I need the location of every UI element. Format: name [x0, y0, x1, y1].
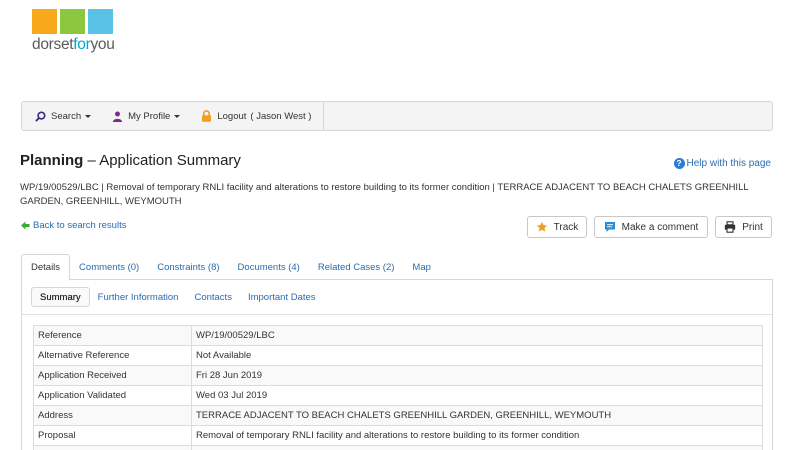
main-navbar: Search My Profile Logout ( Jason West ): [21, 101, 773, 131]
row-key: Proposal: [33, 425, 192, 446]
chevron-down-icon: [85, 115, 92, 118]
row-key: [33, 445, 192, 450]
table-row: Reference WP/19/00529/LBC: [33, 325, 763, 346]
application-summary-line: WP/19/00529/LBC | Removal of temporary R…: [20, 182, 749, 207]
logo-square-orange: [32, 9, 57, 34]
row-value: Removal of temporary RNLI facility and a…: [191, 425, 763, 446]
row-value: Fri 28 Jun 2019: [191, 365, 763, 386]
chevron-down-icon: [174, 115, 181, 118]
application-tabs: Details Comments (0) Constraints (8) Doc…: [21, 254, 773, 281]
nav-search-dropdown[interactable]: Search: [22, 102, 101, 130]
row-value: Wed 03 Jul 2019: [191, 385, 763, 406]
subtab-contacts[interactable]: Contacts: [186, 287, 240, 307]
nav-logout-user: ( Jason West ): [250, 110, 312, 122]
help-link[interactable]: ? Help with this page: [673, 158, 772, 169]
tab-constraints[interactable]: Constraints (8): [148, 254, 228, 280]
comment-icon: [604, 221, 616, 233]
user-icon: [111, 110, 123, 122]
make-comment-button[interactable]: Make a comment: [594, 216, 708, 238]
logo-squares: [32, 9, 122, 34]
row-value: Not Available: [191, 345, 763, 366]
subtab-further-information[interactable]: Further Information: [90, 287, 187, 307]
table-row: [33, 445, 763, 450]
panel-divider: [22, 314, 772, 315]
details-subtabs: Summary Further Information Contacts Imp…: [31, 287, 324, 307]
arrow-left-icon: [21, 221, 30, 230]
help-link-label: Help with this page: [686, 158, 772, 169]
star-icon: [536, 221, 548, 233]
track-button-label: Track: [553, 221, 579, 233]
logo-text-part-c: you: [90, 36, 115, 53]
tab-details[interactable]: Details: [21, 254, 71, 281]
nav-logout[interactable]: Logout ( Jason West ): [190, 102, 325, 130]
print-button-label: Print: [742, 221, 763, 233]
tab-related-cases[interactable]: Related Cases (2): [309, 254, 404, 280]
row-key: Alternative Reference: [33, 345, 192, 366]
nav-profile-label: My Profile: [128, 110, 171, 122]
print-button[interactable]: Print: [715, 216, 772, 238]
row-value: TERRACE ADJACENT TO BEACH CHALETS GREENH…: [191, 405, 763, 426]
dorsetforyou-logo[interactable]: dorsetforyou: [32, 9, 122, 57]
logo-text: dorsetforyou: [32, 36, 122, 54]
logo-text-part-a: dorset: [32, 36, 74, 53]
tab-map[interactable]: Map: [403, 254, 439, 280]
details-panel: Summary Further Information Contacts Imp…: [21, 280, 773, 450]
logo-text-part-b: for: [73, 36, 91, 53]
question-circle-icon: ?: [673, 158, 685, 169]
summary-table: Reference WP/19/00529/LBC Alternative Re…: [33, 325, 763, 450]
subtab-important-dates[interactable]: Important Dates: [240, 287, 324, 307]
page-title-bold: Planning: [20, 152, 84, 169]
table-row: Application Validated Wed 03 Jul 2019: [33, 385, 763, 406]
back-to-search-link[interactable]: Back to search results: [21, 220, 126, 231]
lock-icon: [200, 110, 212, 122]
make-comment-button-label: Make a comment: [621, 221, 699, 233]
row-value: [191, 445, 763, 450]
tab-comments[interactable]: Comments (0): [70, 254, 148, 280]
track-button[interactable]: Track: [527, 216, 587, 238]
logo-square-green: [60, 9, 85, 34]
row-value: WP/19/00529/LBC: [191, 325, 763, 346]
tab-documents[interactable]: Documents (4): [229, 254, 309, 280]
row-key: Reference: [33, 325, 192, 346]
printer-icon: [724, 221, 736, 233]
page-title: Planning – Application Summary: [20, 152, 241, 169]
row-key: Application Validated: [33, 385, 192, 406]
subtab-summary[interactable]: Summary: [31, 287, 90, 307]
page-title-rest: – Application Summary: [83, 152, 241, 169]
table-row: Alternative Reference Not Available: [33, 345, 763, 366]
row-key: Application Received: [33, 365, 192, 386]
nav-search-label: Search: [51, 110, 82, 122]
logo-square-blue: [88, 9, 113, 34]
back-link-label: Back to search results: [33, 220, 127, 231]
table-row: Address TERRACE ADJACENT TO BEACH CHALET…: [33, 405, 763, 426]
search-icon: [34, 110, 46, 122]
row-key: Address: [33, 405, 192, 426]
table-row: Application Received Fri 28 Jun 2019: [33, 365, 763, 386]
table-row: Proposal Removal of temporary RNLI facil…: [33, 425, 763, 446]
nav-profile-dropdown[interactable]: My Profile: [101, 102, 190, 130]
nav-logout-label: Logout: [217, 110, 247, 122]
